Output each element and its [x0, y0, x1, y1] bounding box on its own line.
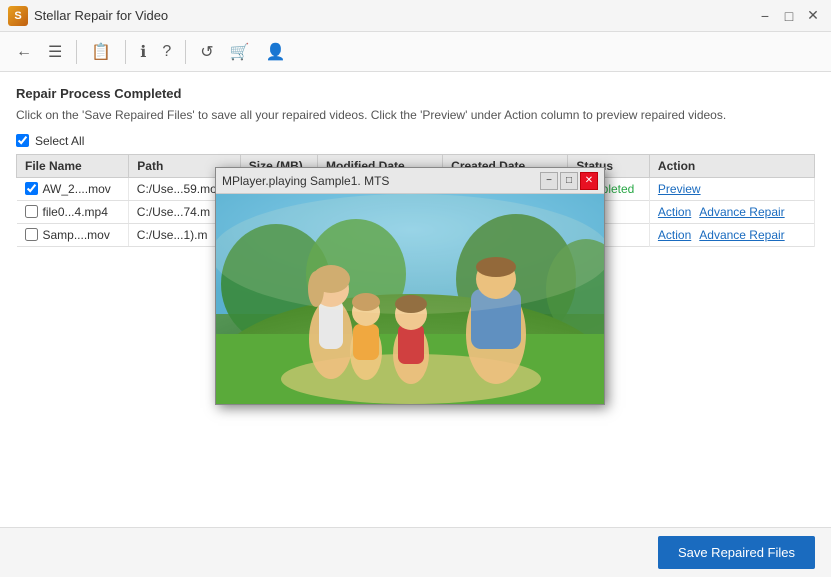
- title-bar-controls: − □ ✕: [755, 6, 823, 26]
- action-link-primary[interactable]: Action: [658, 205, 691, 219]
- row-checkbox[interactable]: [25, 205, 38, 218]
- refresh-icon: ↺: [200, 42, 213, 62]
- cart-icon: 🛒: [230, 42, 250, 62]
- mplayer-close-button[interactable]: ✕: [580, 172, 598, 190]
- select-all-checkbox[interactable]: [16, 134, 29, 147]
- file-button[interactable]: 📋: [85, 38, 117, 66]
- family-photo-svg: [216, 194, 604, 404]
- close-button[interactable]: ✕: [803, 6, 823, 26]
- menu-icon: ☰: [48, 42, 62, 62]
- refresh-button[interactable]: ↺: [194, 38, 219, 66]
- repair-complete-title: Repair Process Completed: [16, 86, 815, 101]
- help-icon: ?: [162, 43, 171, 61]
- mplayer-minimize-button[interactable]: −: [540, 172, 558, 190]
- action-link-primary[interactable]: Preview: [658, 182, 701, 196]
- select-all-row: Select All: [16, 134, 815, 148]
- col-filename: File Name: [17, 154, 129, 177]
- cart-button[interactable]: 🛒: [224, 38, 256, 66]
- action-link-primary[interactable]: Action: [658, 228, 691, 242]
- filename-text: AW_2....mov: [43, 182, 111, 196]
- mplayer-titlebar: MPlayer.playing Sample1. MTS − □ ✕: [216, 168, 604, 194]
- filename-text: file0...4.mp4: [43, 205, 108, 219]
- menu-button[interactable]: ☰: [42, 38, 68, 66]
- info-icon: ℹ: [140, 42, 146, 62]
- toolbar: ← ☰ 📋 ℹ ? ↺ 🛒 👤: [0, 32, 831, 72]
- action-link-advance[interactable]: Advance Repair: [699, 228, 784, 242]
- back-icon: ←: [16, 43, 32, 61]
- cell-action: Action Advance Repair: [649, 200, 814, 223]
- save-repaired-files-button[interactable]: Save Repaired Files: [658, 536, 815, 569]
- separator-3: [185, 40, 186, 64]
- help-button[interactable]: ?: [156, 39, 177, 65]
- mplayer-window: MPlayer.playing Sample1. MTS − □ ✕: [215, 167, 605, 405]
- mplayer-maximize-button[interactable]: □: [560, 172, 578, 190]
- main-content: Repair Process Completed Click on the 'S…: [0, 72, 831, 527]
- maximize-button[interactable]: □: [779, 6, 799, 26]
- minimize-button[interactable]: −: [755, 6, 775, 26]
- col-action: Action: [649, 154, 814, 177]
- app-title: Stellar Repair for Video: [34, 8, 168, 23]
- separator-2: [125, 40, 126, 64]
- back-button[interactable]: ←: [10, 39, 38, 65]
- select-all-label: Select All: [35, 134, 84, 148]
- mplayer-video-area: [216, 194, 604, 404]
- cell-filename: file0...4.mp4: [17, 201, 129, 223]
- title-bar: S Stellar Repair for Video − □ ✕: [0, 0, 831, 32]
- file-icon: 📋: [91, 42, 111, 62]
- action-link-advance[interactable]: Advance Repair: [699, 205, 784, 219]
- repair-description: Click on the 'Save Repaired Files' to sa…: [16, 107, 815, 124]
- mplayer-controls: − □ ✕: [540, 172, 598, 190]
- info-button[interactable]: ℹ: [134, 38, 152, 66]
- separator-1: [76, 40, 77, 64]
- cell-filename: AW_2....mov: [17, 178, 129, 200]
- title-bar-left: S Stellar Repair for Video: [8, 6, 168, 26]
- footer: Save Repaired Files: [0, 527, 831, 577]
- row-checkbox[interactable]: [25, 228, 38, 241]
- mplayer-title: MPlayer.playing Sample1. MTS: [222, 174, 389, 188]
- profile-button[interactable]: 👤: [260, 38, 292, 66]
- filename-text: Samp....mov: [43, 228, 110, 242]
- app-icon: S: [8, 6, 28, 26]
- row-checkbox[interactable]: [25, 182, 38, 195]
- profile-icon: 👤: [266, 42, 286, 62]
- cell-action: Action Advance Repair: [649, 223, 814, 246]
- cell-filename: Samp....mov: [17, 224, 129, 246]
- cell-action: Preview: [649, 177, 814, 200]
